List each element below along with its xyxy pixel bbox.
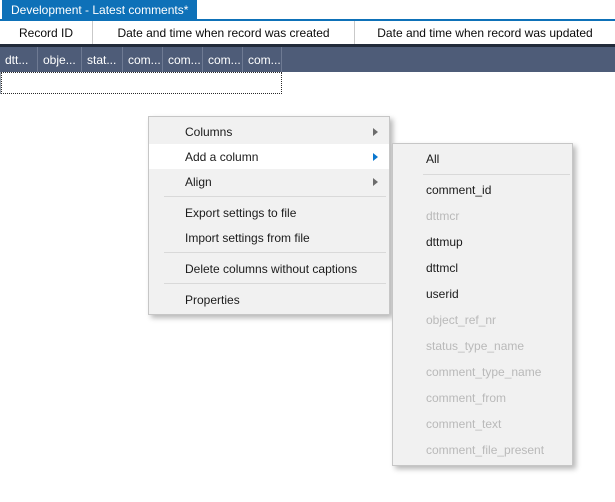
- column-header-cell[interactable]: dtt...: [0, 47, 38, 72]
- column-header-cell[interactable]: com...: [243, 47, 282, 72]
- menu-item-comment-text: comment_text: [393, 411, 572, 437]
- submenu-arrow-icon: [373, 178, 378, 186]
- menu-item-comment-from: comment_from: [393, 385, 572, 411]
- menu-item-comment-type-name: comment_type_name: [393, 359, 572, 385]
- app-background: Development - Latest comments* Record ID…: [0, 0, 615, 502]
- add-column-submenu: All comment_iddttmcr dttmup dttmcl userid obj…: [392, 143, 573, 466]
- menu-item-label: dttmcr: [426, 209, 459, 223]
- menu-item-label: All: [426, 152, 439, 166]
- column-header-cell[interactable]: com...: [163, 47, 203, 72]
- menu-item-columns[interactable]: Columns: [149, 119, 389, 144]
- focused-empty-row[interactable]: [1, 72, 282, 94]
- menu-item-comment-id[interactable]: comment_id: [393, 177, 572, 203]
- menu-item-label: Align: [185, 175, 212, 189]
- column-header-cell[interactable]: com...: [123, 47, 163, 72]
- column-header-cell[interactable]: obje...: [38, 47, 82, 72]
- tab-label: Development - Latest comments*: [11, 3, 188, 17]
- menu-separator: [164, 252, 386, 253]
- menu-item-label: userid: [426, 287, 459, 301]
- menu-item-dttmup[interactable]: dttmup: [393, 229, 572, 255]
- column-header-filler: [282, 47, 615, 72]
- menu-item-export-settings-to-file[interactable]: Export settings to file: [149, 200, 389, 225]
- menu-item-label: object_ref_nr: [426, 313, 496, 327]
- column-header-row: dtt...obje...stat...com...com...com...co…: [0, 47, 615, 72]
- menu-item-status-type-name: status_type_name: [393, 333, 572, 359]
- menu-item-all[interactable]: All: [393, 146, 572, 172]
- menu-separator: [423, 174, 570, 175]
- menu-item-align[interactable]: Align: [149, 169, 389, 194]
- menu-item-label: status_type_name: [426, 339, 524, 353]
- submenu-arrow-icon: [373, 153, 378, 161]
- menu-item-label: comment_id: [426, 183, 491, 197]
- menu-item-add-a-column[interactable]: Add a column: [149, 144, 389, 169]
- menu-item-dttmcr: dttmcr: [393, 203, 572, 229]
- submenu-arrow-icon: [373, 128, 378, 136]
- menu-item-label: Add a column: [185, 150, 258, 164]
- tab-development-latest-comments[interactable]: Development - Latest comments*: [2, 0, 197, 19]
- menu-item-label: dttmup: [426, 235, 463, 249]
- menu-item-label: comment_from: [426, 391, 506, 405]
- band-header-cell[interactable]: Date and time when record was created: [93, 21, 355, 44]
- menu-item-userid[interactable]: userid: [393, 281, 572, 307]
- menu-item-import-settings-from-file[interactable]: Import settings from file: [149, 225, 389, 250]
- menu-item-label: Export settings to file: [185, 206, 296, 220]
- menu-item-label: comment_type_name: [426, 365, 541, 379]
- grid-context-menu: Columns Add a column Align Export settings …: [148, 116, 390, 315]
- menu-separator: [164, 196, 386, 197]
- tab-bar: Development - Latest comments*: [0, 0, 615, 21]
- menu-item-label: Properties: [185, 293, 240, 307]
- menu-item-object-ref-nr: object_ref_nr: [393, 307, 572, 333]
- menu-item-label: Delete columns without captions: [185, 262, 357, 276]
- menu-item-label: dttmcl: [426, 261, 458, 275]
- menu-item-comment-file-present: comment_file_present: [393, 437, 572, 463]
- menu-item-label: comment_text: [426, 417, 501, 431]
- menu-item-label: Columns: [185, 125, 232, 139]
- menu-item-dttmcl[interactable]: dttmcl: [393, 255, 572, 281]
- menu-item-properties[interactable]: Properties: [149, 287, 389, 312]
- column-header-cell[interactable]: com...: [203, 47, 243, 72]
- column-header-cell[interactable]: stat...: [82, 47, 123, 72]
- menu-separator: [164, 283, 386, 284]
- band-header-cell[interactable]: Date and time when record was updated: [355, 21, 615, 44]
- menu-item-delete-columns-without-captions[interactable]: Delete columns without captions: [149, 256, 389, 281]
- menu-item-label: comment_file_present: [426, 443, 544, 457]
- band-header-row: Record IDDate and time when record was c…: [0, 21, 615, 44]
- band-header-cell[interactable]: Record ID: [0, 21, 93, 44]
- menu-item-label: Import settings from file: [185, 231, 310, 245]
